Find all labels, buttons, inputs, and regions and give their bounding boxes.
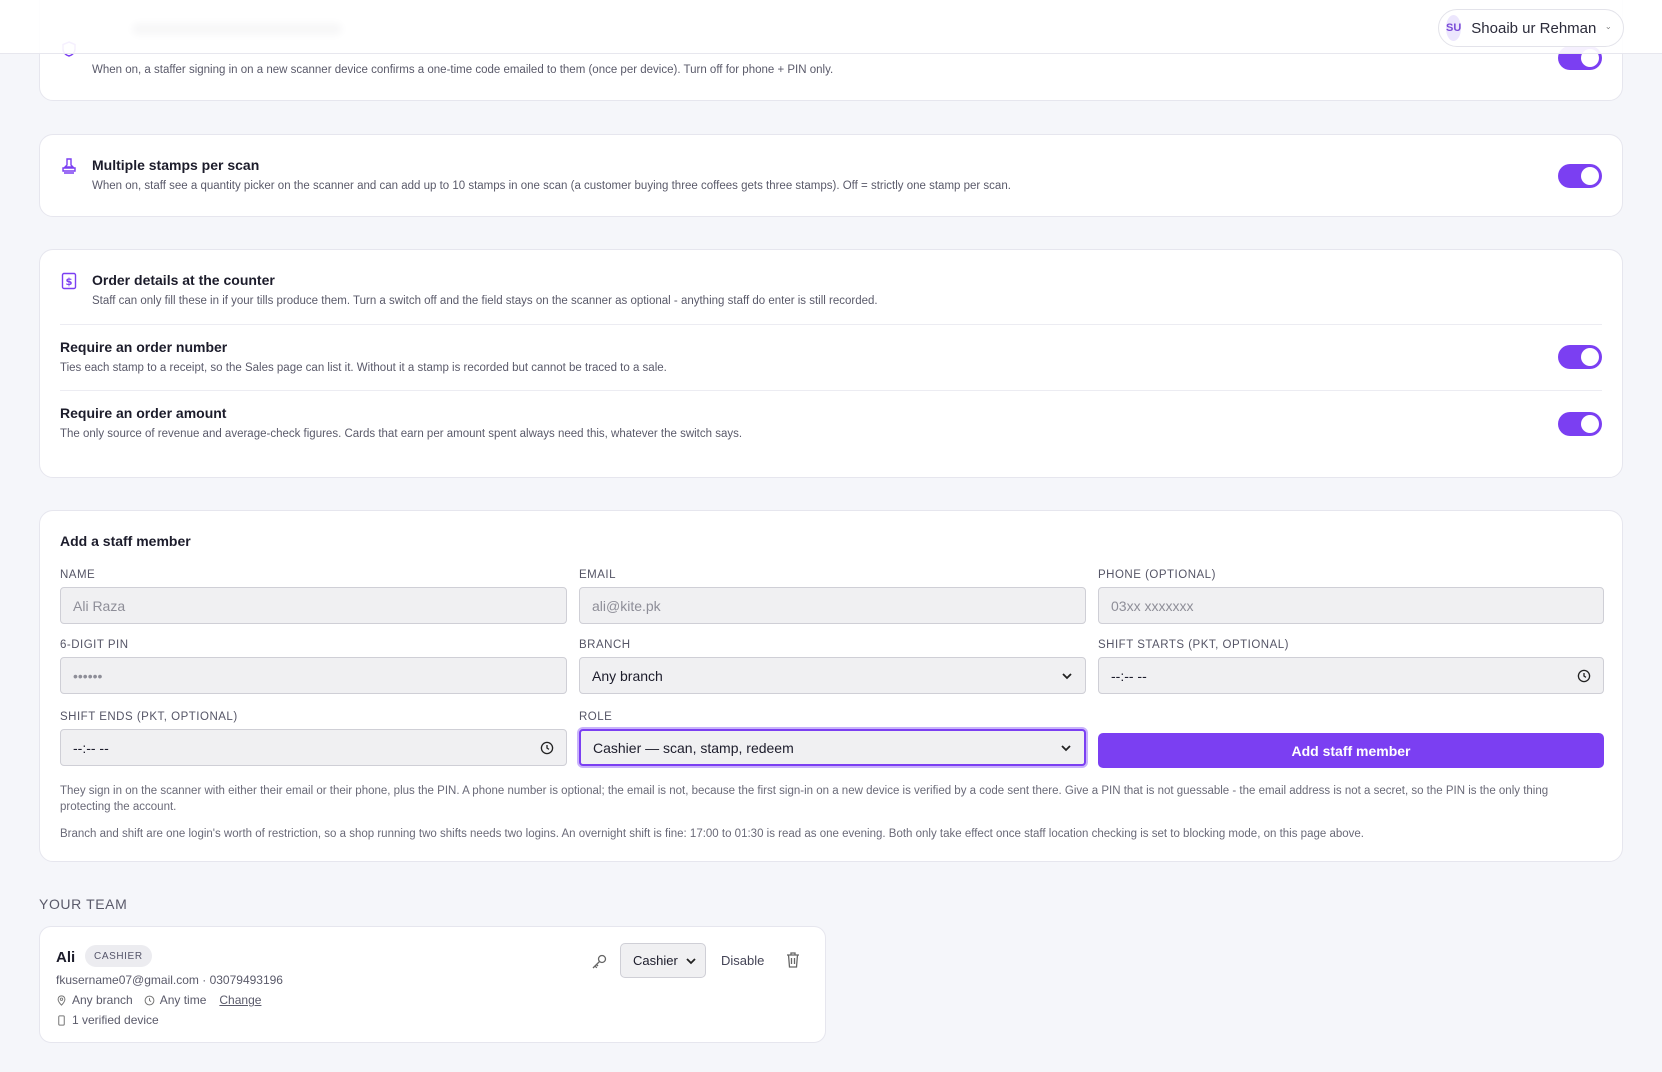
top-bar: SU Shoaib ur Rehman bbox=[0, 0, 1662, 54]
member-name: Ali bbox=[56, 949, 76, 966]
multiple-stamps-description: When on, staff see a quantity picker on … bbox=[92, 180, 1011, 192]
team-member-card: Ali CASHIER fkusername07@gmail.com · 030… bbox=[39, 926, 826, 1043]
divider bbox=[60, 324, 1602, 325]
avatar: SU bbox=[1446, 15, 1462, 41]
shift-start-input[interactable]: --:-- -- bbox=[1098, 657, 1604, 694]
role-select[interactable]: Cashier — scan, stamp, redeem bbox=[579, 729, 1086, 766]
member-devices-row: 1 verified device bbox=[56, 1013, 159, 1027]
help-text-signin: They sign in on the scanner with either … bbox=[60, 785, 1549, 813]
phone-device-icon bbox=[58, 1014, 65, 1026]
member-contact: fkusername07@gmail.com · 03079493196 bbox=[56, 973, 283, 987]
order-details-title: Order details at the counter bbox=[92, 272, 275, 288]
branch-select[interactable]: Any branch bbox=[579, 657, 1086, 694]
clock-icon[interactable] bbox=[1577, 669, 1591, 683]
multiple-stamps-title: Multiple stamps per scan bbox=[92, 157, 260, 173]
phone-label: PHONE (OPTIONAL) bbox=[1098, 569, 1216, 581]
order-amount-title: Require an order amount bbox=[60, 405, 227, 421]
device-verification-description: When on, a staffer signing in on a new s… bbox=[92, 64, 834, 76]
email-label: EMAIL bbox=[579, 569, 617, 581]
disable-button[interactable]: Disable bbox=[721, 953, 764, 968]
member-role-select[interactable]: Cashier bbox=[620, 943, 706, 978]
add-staff-card: Add a staff member NAME Ali Raza EMAIL a… bbox=[39, 510, 1623, 862]
key-icon[interactable] bbox=[590, 953, 608, 971]
help-text-branch-shift: Branch and shift are one login's worth o… bbox=[60, 828, 1364, 840]
chevron-down-icon bbox=[1606, 27, 1611, 30]
order-amount-toggle[interactable] bbox=[1558, 412, 1602, 436]
order-amount-description: The only source of revenue and average-c… bbox=[60, 428, 743, 440]
svg-text:$: $ bbox=[66, 277, 73, 288]
order-details-card: $ Order details at the counter Staff can… bbox=[39, 249, 1623, 478]
your-team-heading: YOUR TEAM bbox=[39, 896, 128, 912]
stamp-icon bbox=[62, 158, 76, 174]
divider bbox=[60, 390, 1602, 391]
add-staff-button[interactable]: Add staff member bbox=[1098, 733, 1604, 768]
order-number-title: Require an order number bbox=[60, 339, 228, 355]
chevron-down-icon bbox=[1062, 672, 1072, 679]
email-input[interactable]: ali@kite.pk bbox=[579, 587, 1086, 624]
dollar-receipt-icon: $ bbox=[61, 272, 77, 290]
role-value: Cashier — scan, stamp, redeem bbox=[593, 739, 794, 756]
chevron-down-icon bbox=[1061, 744, 1071, 751]
add-staff-title: Add a staff member bbox=[60, 533, 191, 549]
shift-start-placeholder: --:-- -- bbox=[1111, 667, 1147, 684]
name-label: NAME bbox=[60, 569, 96, 581]
role-label: ROLE bbox=[579, 711, 613, 723]
change-link[interactable]: Change bbox=[219, 993, 261, 1007]
shift-end-placeholder: --:-- -- bbox=[73, 739, 109, 756]
clock-icon bbox=[144, 995, 155, 1005]
member-role-value: Cashier bbox=[633, 953, 678, 968]
order-number-toggle[interactable] bbox=[1558, 345, 1602, 369]
user-name: Shoaib ur Rehman bbox=[1471, 19, 1597, 37]
shift-start-label: SHIFT STARTS (PKT, OPTIONAL) bbox=[1098, 639, 1289, 651]
branch-value: Any branch bbox=[592, 667, 663, 684]
phone-placeholder: 03xx xxxxxxx bbox=[1111, 597, 1194, 614]
shift-end-label: SHIFT ENDS (PKT, OPTIONAL) bbox=[60, 711, 238, 723]
multiple-stamps-card: Multiple stamps per scan When on, staff … bbox=[39, 134, 1623, 217]
order-details-description: Staff can only fill these in if your til… bbox=[92, 295, 878, 307]
pin-label: 6-DIGIT PIN bbox=[60, 639, 129, 651]
chevron-down-icon bbox=[686, 957, 696, 964]
location-pin-icon bbox=[57, 994, 66, 1006]
order-number-description: Ties each stamp to a receipt, so the Sal… bbox=[60, 362, 667, 374]
name-input[interactable]: Ali Raza bbox=[60, 587, 567, 624]
branch-label: BRANCH bbox=[579, 639, 631, 651]
multiple-stamps-toggle[interactable] bbox=[1558, 164, 1602, 188]
phone-input[interactable]: 03xx xxxxxxx bbox=[1098, 587, 1604, 624]
name-placeholder: Ali Raza bbox=[73, 597, 126, 614]
email-placeholder: ali@kite.pk bbox=[592, 597, 661, 614]
role-badge: CASHIER bbox=[85, 945, 152, 967]
trash-icon[interactable] bbox=[785, 951, 801, 969]
pin-input[interactable]: •••••• bbox=[60, 657, 567, 694]
member-branch: Any branch bbox=[72, 993, 133, 1007]
member-devices: 1 verified device bbox=[72, 1013, 159, 1027]
pin-placeholder: •••••• bbox=[73, 667, 103, 684]
clock-icon[interactable] bbox=[540, 741, 554, 755]
member-time: Any time bbox=[159, 993, 207, 1007]
member-restrictions: Any branch Any time Change bbox=[56, 993, 261, 1007]
shift-end-input[interactable]: --:-- -- bbox=[60, 729, 567, 766]
user-menu[interactable]: SU Shoaib ur Rehman bbox=[1438, 9, 1624, 47]
